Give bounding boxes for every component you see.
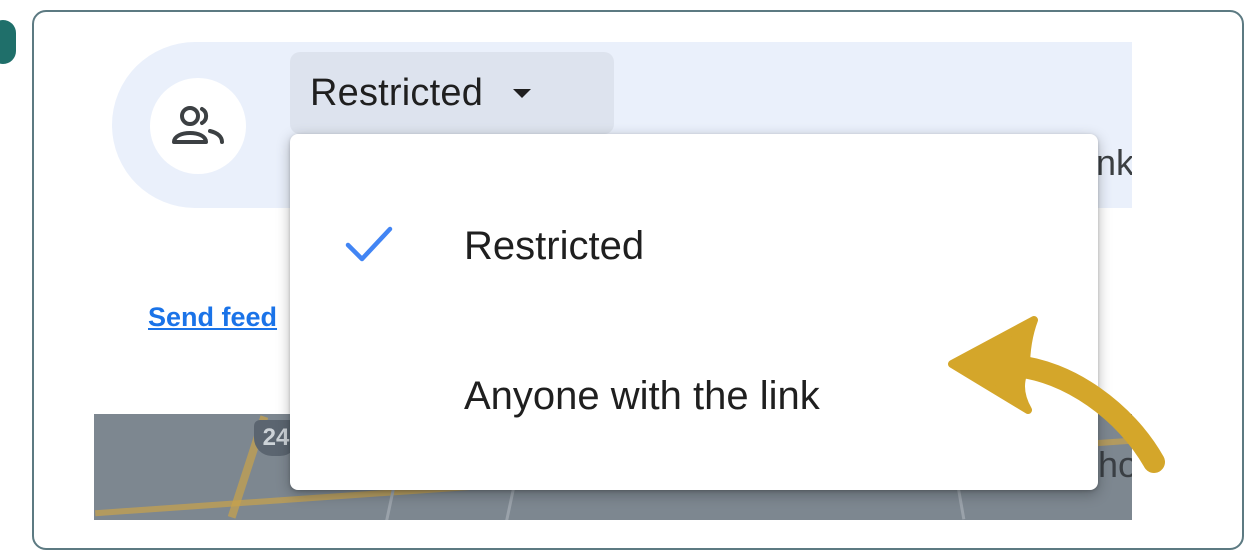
check-icon [344, 224, 394, 269]
curved-arrow-icon [948, 316, 1165, 473]
send-feedback-link[interactable]: Send feed [148, 302, 277, 333]
menu-item-label: Anyone with the link [464, 373, 820, 418]
general-access-dropdown-label: Restricted [310, 71, 484, 114]
caret-down-icon [513, 88, 532, 98]
menu-item-label: Restricted [464, 223, 645, 268]
teal-accent-dot [0, 20, 16, 64]
clipped-access-description: nk [1096, 142, 1132, 183]
general-access-avatar [150, 78, 246, 174]
general-access-dropdown[interactable]: Restricted [290, 52, 614, 134]
menu-item-restricted[interactable]: Restricted [290, 186, 1098, 306]
people-icon [172, 106, 224, 144]
